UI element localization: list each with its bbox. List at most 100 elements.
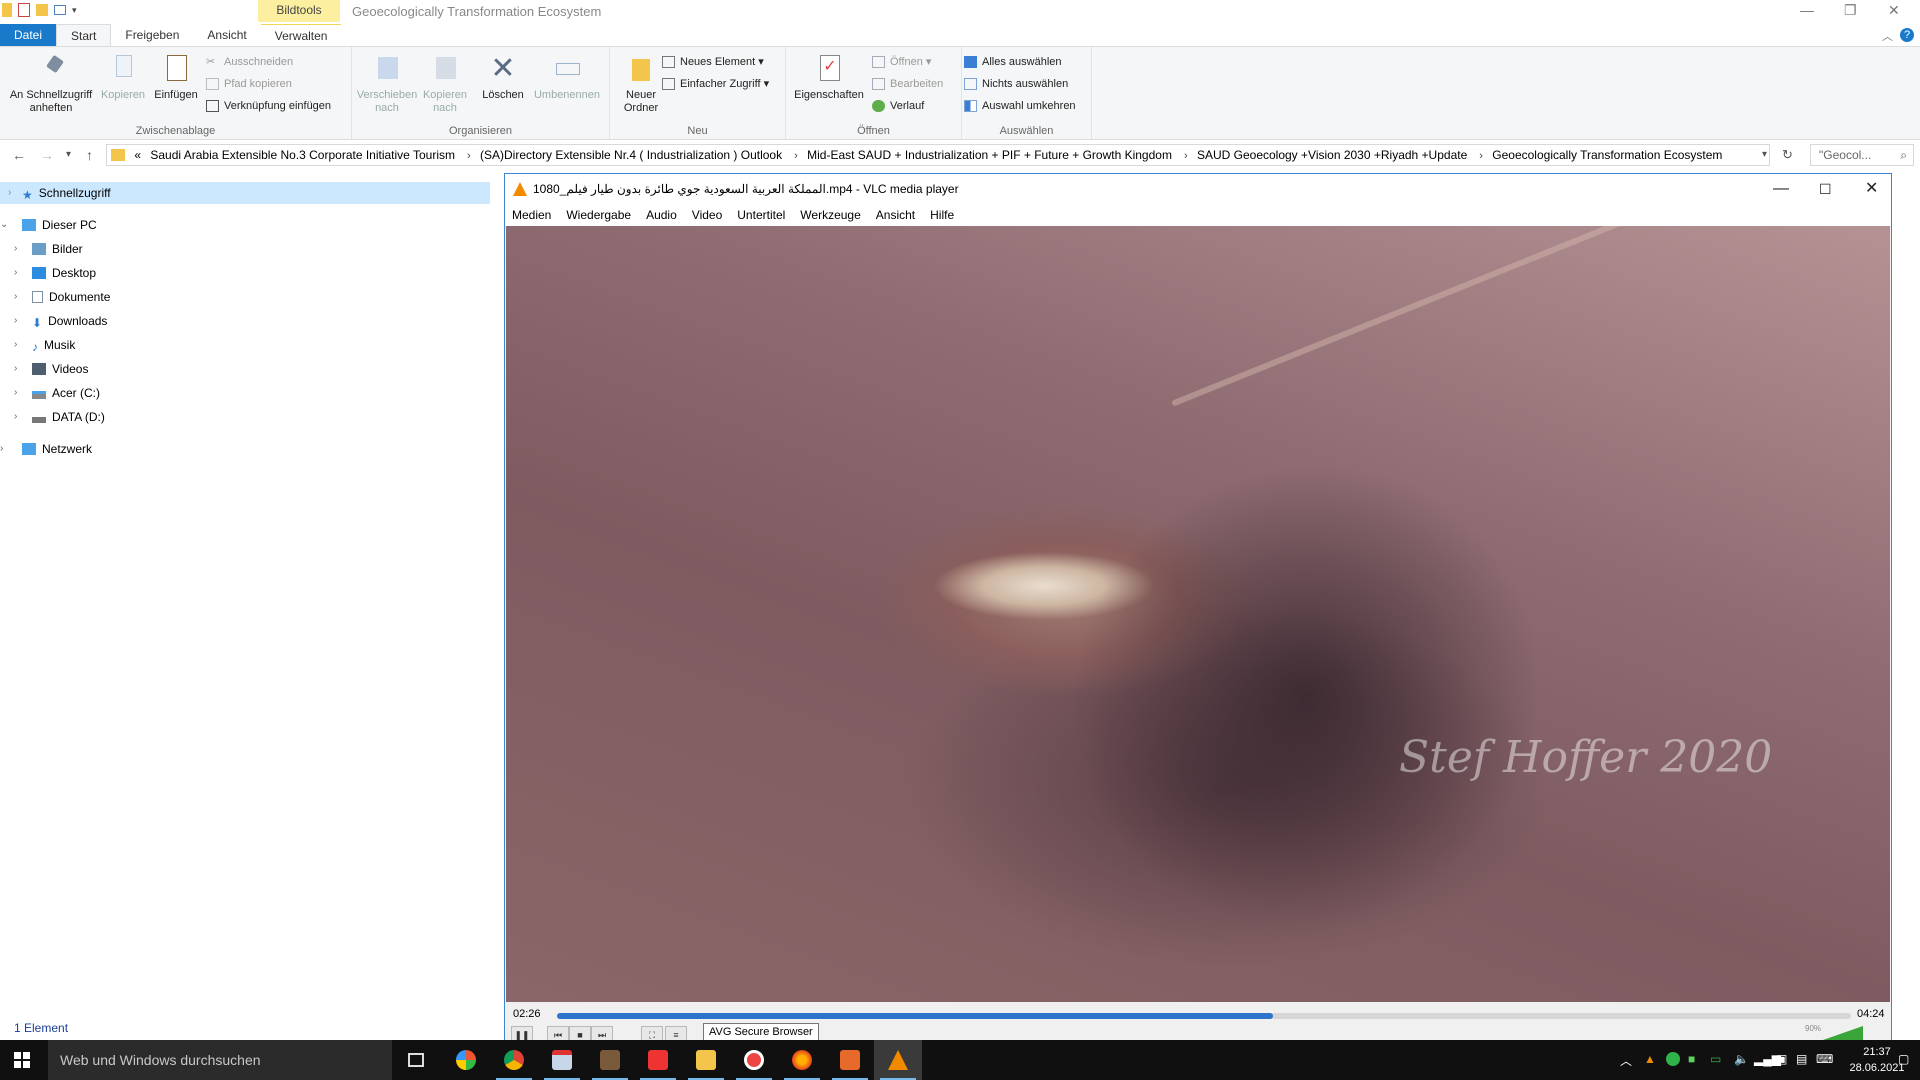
back-arrow-icon[interactable]: ← — [12, 147, 26, 163]
maximize-icon[interactable]: ☐ — [1819, 174, 1832, 204]
chevron-down-icon[interactable]: ⌄ — [0, 214, 12, 236]
vlc-taskbar-icon[interactable] — [874, 1040, 922, 1080]
breadcrumb-item[interactable]: Geoecologically Transformation Ecosystem — [1492, 145, 1722, 165]
new-folder-button[interactable]: Neuer Ordner — [614, 53, 668, 115]
nav-item-musik[interactable]: › ♪ Musik — [14, 334, 75, 356]
open-button[interactable]: Öffnen ▾ — [872, 53, 931, 71]
select-all-button[interactable]: Alles auswählen — [964, 53, 1062, 71]
help-icon[interactable]: ? — [1900, 28, 1914, 42]
tab-ansicht[interactable]: Ansicht — [193, 24, 260, 46]
tab-freigeben[interactable]: Freigeben — [111, 24, 193, 46]
seek-slider[interactable] — [557, 1013, 1851, 1019]
keyboard-tray-icon[interactable]: ⌨ — [1816, 1052, 1833, 1066]
chrome-icon[interactable] — [490, 1040, 538, 1080]
up-arrow-icon[interactable]: ↑ — [86, 147, 93, 163]
battery-tray-icon[interactable]: ▭ — [1710, 1052, 1721, 1066]
nav-item-desktop[interactable]: › Desktop — [14, 262, 96, 284]
vlc-tray-icon[interactable]: ▲ — [1644, 1052, 1656, 1066]
menu-werkzeuge[interactable]: Werkzeuge — [800, 204, 860, 226]
copy-button[interactable]: Kopieren — [98, 53, 148, 102]
search-input[interactable]: "Geocol... ⌕ — [1810, 144, 1914, 166]
address-dropdown-icon[interactable]: ▾ — [1762, 149, 1767, 160]
menu-ansicht[interactable]: Ansicht — [876, 204, 915, 226]
menu-untertitel[interactable]: Untertitel — [737, 204, 785, 226]
task-view-icon[interactable] — [394, 1040, 442, 1080]
properties-button[interactable]: ✓ Eigenschaften — [790, 53, 868, 102]
collapse-ribbon-icon[interactable]: ︿ — [1882, 28, 1893, 44]
copy-to-button[interactable]: Kopieren nach — [418, 53, 472, 115]
breadcrumb-separator-icon[interactable]: › — [1479, 146, 1483, 165]
nav-item-bilder[interactable]: › Bilder — [14, 238, 83, 260]
menu-medien[interactable]: Medien — [512, 204, 551, 226]
cut-button[interactable]: ✂ Ausschneiden — [206, 53, 293, 71]
avg-browser-icon[interactable] — [730, 1040, 778, 1080]
action-tray-icon[interactable]: ▣ — [1776, 1052, 1787, 1066]
volume-slider[interactable] — [1823, 1026, 1863, 1040]
breadcrumb-item[interactable]: Saudi Arabia Extensible No.3 Corporate I… — [150, 145, 455, 165]
security-tray-icon[interactable] — [1666, 1052, 1680, 1066]
breadcrumb-separator-icon[interactable]: › — [467, 146, 471, 165]
nav-item-downloads[interactable]: › ⬇ Downloads — [14, 310, 107, 332]
minimize-icon[interactable]: — — [1800, 2, 1814, 18]
nav-item-videos[interactable]: › Videos — [14, 358, 88, 380]
taskbar-search-input[interactable]: Web und Windows durchsuchen — [48, 1040, 392, 1080]
time-elapsed[interactable]: 02:26 — [513, 1008, 541, 1020]
properties-icon[interactable] — [18, 3, 30, 17]
close-icon[interactable]: ✕ — [1888, 2, 1900, 19]
tab-verwalten[interactable]: Verwalten — [260, 24, 342, 46]
notification-center-icon[interactable]: ▢ — [1898, 1052, 1909, 1066]
acrobat-icon[interactable] — [634, 1040, 682, 1080]
breadcrumb-item[interactable]: (SA)Directory Extensible Nr.4 ( Industri… — [480, 145, 782, 165]
menu-wiedergabe[interactable]: Wiedergabe — [566, 204, 631, 226]
recent-locations-icon[interactable]: ▾ — [66, 149, 71, 160]
nvidia-tray-icon[interactable]: ■ — [1688, 1052, 1695, 1066]
chevron-right-icon[interactable]: › — [14, 358, 26, 380]
paint-app-icon[interactable] — [826, 1040, 874, 1080]
nav-network[interactable]: › Netzwerk — [0, 438, 92, 460]
nav-item-drive-c[interactable]: › Acer (C:) — [14, 382, 100, 404]
time-total[interactable]: 04:24 — [1857, 1008, 1885, 1020]
delete-button[interactable]: ✕ Löschen — [480, 53, 526, 102]
pin-quick-access-button[interactable]: An Schnellzugriff anheften — [6, 53, 96, 115]
breadcrumb-separator-icon[interactable]: › — [794, 146, 798, 165]
tab-datei[interactable]: Datei — [0, 24, 57, 46]
close-icon[interactable]: ✕ — [1865, 174, 1878, 204]
photos-app-icon[interactable] — [442, 1040, 490, 1080]
chevron-right-icon[interactable]: › — [14, 310, 26, 332]
rename-icon[interactable] — [54, 5, 66, 15]
chevron-right-icon[interactable]: › — [14, 406, 26, 428]
invert-selection-button[interactable]: Auswahl umkehren — [964, 97, 1076, 115]
breadcrumb-item[interactable]: SAUD Geoecology +Vision 2030 +Riyadh +Up… — [1197, 145, 1467, 165]
tab-start[interactable]: Start — [56, 24, 112, 46]
file-explorer-icon[interactable] — [682, 1040, 730, 1080]
move-to-button[interactable]: Verschieben nach — [356, 53, 418, 115]
firefox-icon[interactable] — [778, 1040, 826, 1080]
video-frame[interactable]: Stef Hoffer 2020 — [506, 226, 1890, 1002]
refresh-icon[interactable]: ↻ — [1782, 147, 1793, 163]
tray-overflow-icon[interactable]: ︿ — [1620, 1052, 1632, 1069]
menu-audio[interactable]: Audio — [646, 204, 677, 226]
restore-icon[interactable]: ❐ — [1844, 2, 1857, 19]
nav-item-dokumente[interactable]: › Dokumente — [14, 286, 110, 308]
windows-start-icon[interactable] — [14, 1052, 30, 1068]
rename-button[interactable]: Umbenennen — [532, 53, 602, 102]
paste-button[interactable]: Einfügen — [150, 53, 202, 102]
chevron-right-icon[interactable]: › — [14, 238, 26, 260]
chevron-right-icon[interactable]: › — [14, 334, 26, 356]
copy-path-button[interactable]: Pfad kopieren — [206, 75, 292, 93]
new-folder-icon[interactable] — [36, 4, 48, 16]
menu-video[interactable]: Video — [692, 204, 722, 226]
paste-shortcut-button[interactable]: Verknüpfung einfügen — [206, 97, 331, 115]
forward-arrow-icon[interactable]: → — [40, 147, 54, 163]
chevron-right-icon[interactable]: › — [14, 382, 26, 404]
calendar-app-icon[interactable] — [538, 1040, 586, 1080]
chevron-right-icon[interactable]: › — [14, 286, 26, 308]
edit-button[interactable]: Bearbeiten — [872, 75, 943, 93]
new-item-button[interactable]: Neues Element ▾ — [662, 53, 764, 71]
select-none-button[interactable]: Nichts auswählen — [964, 75, 1068, 93]
nav-quick-access[interactable]: › ★ Schnellzugriff — [0, 182, 490, 204]
easy-access-button[interactable]: Einfacher Zugriff ▾ — [662, 75, 769, 93]
volume-level[interactable]: 90% — [1805, 1024, 1821, 1033]
menu-hilfe[interactable]: Hilfe — [930, 204, 954, 226]
history-button[interactable]: Verlauf — [872, 97, 924, 115]
